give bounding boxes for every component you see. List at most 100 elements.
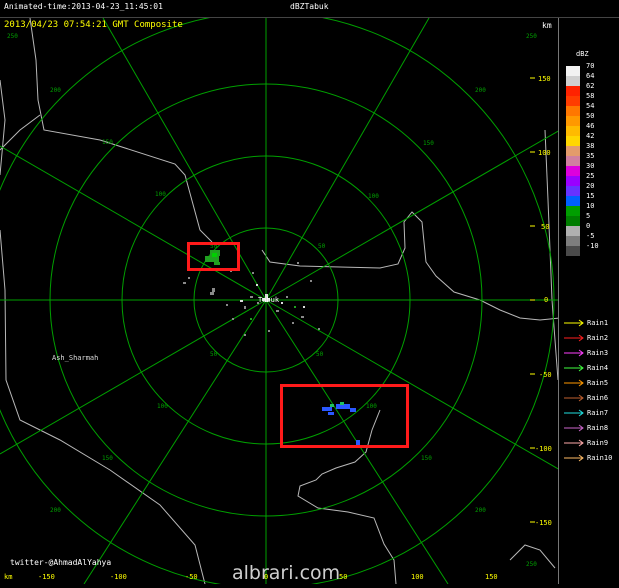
color-scale-label: 42 (586, 132, 595, 140)
ring-label: 150 (102, 455, 113, 462)
color-scale-label: 20 (586, 182, 595, 190)
arrow-icon (564, 454, 584, 462)
rain-series-label: Rain3 (587, 349, 609, 357)
color-swatch (566, 156, 580, 166)
color-swatch (566, 86, 580, 96)
color-swatch (566, 246, 580, 256)
axis-tick-label: 150 (538, 75, 551, 83)
credit-label: twitter-@AhmadAlYahya (10, 558, 112, 567)
ring-label: 200 (475, 507, 486, 514)
arrow-icon (564, 379, 584, 387)
axis-tick-label: 0 (544, 296, 548, 304)
rain-series-label: Rain4 (587, 364, 609, 372)
axis-tick-label: -100 (110, 573, 127, 581)
color-scale-label: 50 (586, 112, 595, 120)
radar-ppi-canvas: 50 100 150 200 50 100 150 200 50 100 150… (0, 11, 561, 588)
watermark-text: albrari.com (232, 562, 341, 584)
product-name-label: dBZTabuk (290, 2, 329, 11)
color-scale-label: 58 (586, 92, 595, 100)
rain-series-item[interactable]: Rain2 (563, 333, 618, 343)
color-swatch (566, 226, 580, 236)
rain-series-item[interactable]: Rain1 (563, 318, 618, 328)
corner-label: 250 (526, 33, 537, 40)
axis-tick-label: 50 (541, 223, 549, 231)
rain-series-label: Rain7 (587, 409, 609, 417)
color-swatch (566, 216, 580, 226)
ring-label: 100 (368, 193, 379, 200)
axis-tick-label: -150 (535, 519, 552, 527)
ring-label: 150 (421, 455, 432, 462)
color-swatch (566, 176, 580, 186)
timestamp-label: 2013/04/23 07:54:21 GMT Composite (4, 20, 183, 30)
axis-tick-label: 150 (485, 573, 498, 581)
axis-tick-label: -150 (38, 573, 55, 581)
color-swatch (566, 76, 580, 86)
ring-label: 150 (102, 139, 113, 146)
color-scale-label: 38 (586, 142, 595, 150)
arrow-icon (564, 319, 584, 327)
color-scale-label: 25 (586, 172, 595, 180)
highlight-box-southeast (280, 384, 409, 448)
highlight-box-northwest (187, 242, 240, 271)
axis-tick-label: 100 (411, 573, 424, 581)
color-swatch (566, 126, 580, 136)
ring-label: 100 (155, 191, 166, 198)
ring-label: 200 (475, 87, 486, 94)
arrow-icon (564, 409, 584, 417)
color-scale-label: 30 (586, 162, 595, 170)
corner-label: 250 (7, 33, 18, 40)
color-scale-label: -5 (586, 232, 595, 240)
km-unit-bottom: km (4, 573, 13, 581)
ring-label: 50 (318, 243, 326, 250)
rain-series-label: Rain9 (587, 439, 609, 447)
rain-series-item[interactable]: Rain4 (563, 363, 618, 373)
rain-series-label: Rain8 (587, 424, 609, 432)
axis-tick-label: -50 (539, 371, 552, 379)
place-label: Ash_Sharmah (52, 354, 99, 362)
legend-unit-label: dBZ (576, 50, 589, 58)
rain-series-item[interactable]: Rain8 (563, 423, 618, 433)
rain-series-label: Rain1 (587, 319, 609, 327)
color-scale-label: 70 (586, 62, 595, 70)
title-bar: Animated-time:2013-04-23_11:45:01 dBZTab… (0, 0, 619, 18)
color-swatch (566, 136, 580, 146)
rain-series-item[interactable]: Rain6 (563, 393, 618, 403)
rain-series-item[interactable]: Rain10 (563, 453, 618, 463)
rain-series-label: Rain6 (587, 394, 609, 402)
color-swatch (566, 106, 580, 116)
color-scale-label: 5 (586, 212, 591, 220)
arrow-icon (564, 349, 584, 357)
corner-label: 250 (526, 561, 537, 568)
axis-tick-label: 50 (339, 573, 348, 581)
color-swatch (566, 66, 580, 76)
rain-series-item[interactable]: Rain5 (563, 378, 618, 388)
rain-series-item[interactable]: Rain9 (563, 438, 618, 448)
rain-series-label: Rain2 (587, 334, 609, 342)
radar-scope[interactable]: 50 100 150 200 50 100 150 200 50 100 150… (0, 11, 561, 588)
arrow-icon (564, 424, 584, 432)
color-scale-label: -10 (586, 242, 599, 250)
axis-tick-label: -100 (535, 445, 552, 453)
rain-series-label: Rain10 (587, 454, 613, 462)
arrow-icon (564, 364, 584, 372)
color-swatch (566, 196, 580, 206)
color-scale-label: 15 (586, 192, 595, 200)
rain-series-item[interactable]: Rain7 (563, 408, 618, 418)
ring-label: 200 (50, 87, 61, 94)
color-scale-label: 62 (586, 82, 595, 90)
color-swatch (566, 166, 580, 176)
axis-tick-label: -50 (185, 573, 198, 581)
ring-label: 50 (210, 351, 218, 358)
color-scale-label: 35 (586, 152, 595, 160)
km-unit-label: km (542, 21, 552, 30)
color-swatch (566, 96, 580, 106)
animated-time-label: Animated-time:2013-04-23_11:45:01 (4, 2, 163, 11)
center-station-label: Tabuk (258, 296, 280, 304)
color-swatch (566, 206, 580, 216)
color-scale-label: 54 (586, 102, 595, 110)
rain-series-item[interactable]: Rain3 (563, 348, 618, 358)
legend-panel: dBZ 70 64 62 58 54 50 46 42 38 35 30 25 20 15 10 5 0 -5 -1… (558, 18, 619, 584)
color-scale-label: 0 (586, 222, 591, 230)
ring-label: 100 (157, 403, 168, 410)
color-swatch (566, 116, 580, 126)
